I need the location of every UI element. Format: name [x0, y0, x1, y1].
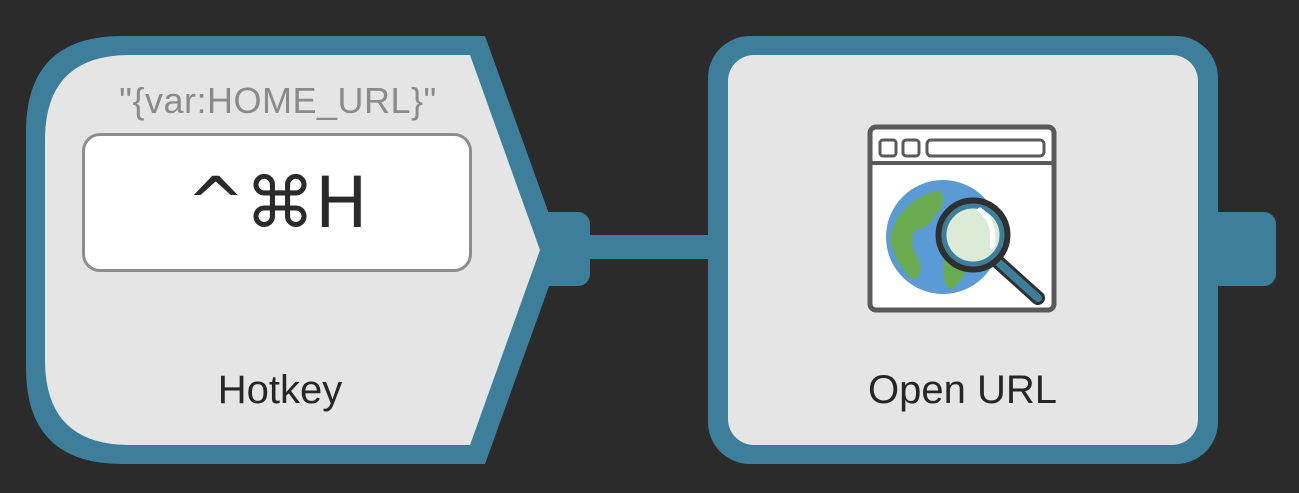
- connection-line: [585, 235, 720, 259]
- workflow-canvas: "{var:HOME_URL}" ^⌘H Hotkey Open URL: [0, 0, 1299, 493]
- browser-globe-search-icon: [867, 124, 1057, 313]
- hotkey-argument-text: "{var:HOME_URL}": [119, 80, 437, 121]
- hotkey-node-label: Hotkey: [217, 368, 343, 412]
- open-url-node-label: Open URL: [868, 368, 1057, 412]
- hotkey-field[interactable]: ^⌘H: [82, 133, 472, 272]
- hotkey-combination: ^⌘H: [186, 161, 368, 244]
